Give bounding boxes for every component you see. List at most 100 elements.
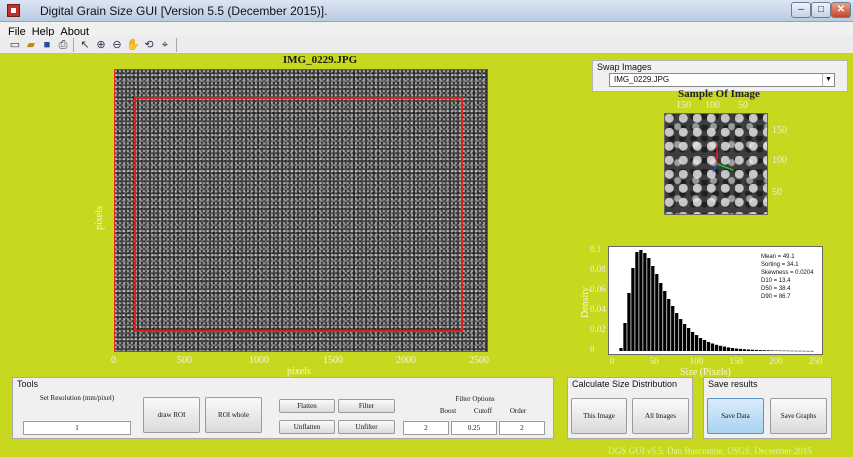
stat-line: D90 = 86.7 — [761, 294, 791, 300]
histogram-bar — [734, 348, 739, 351]
histogram-bar — [635, 252, 639, 351]
zoom-out-icon[interactable]: ⊖ — [110, 38, 124, 52]
histogram-ytick: 0 — [590, 344, 595, 354]
histogram-bar — [659, 283, 663, 351]
close-button[interactable]: ✕ — [831, 2, 851, 18]
histogram-bar — [655, 274, 659, 351]
save-panel: Save results Save Data Save Graphs — [703, 377, 832, 439]
save-data-button[interactable]: Save Data — [707, 398, 764, 434]
print-icon[interactable]: ⎙ — [56, 38, 70, 52]
histogram-bar — [758, 350, 762, 351]
flatten-button[interactable]: Flatten — [279, 399, 335, 413]
histogram-bar — [647, 258, 651, 351]
set-resolution-label: Set Resolution (mm/pixel) — [39, 394, 115, 402]
histogram-ytick: 0.06 — [590, 284, 606, 294]
stat-line: Sorting = 34.1 — [761, 262, 799, 268]
order-input[interactable]: 2 — [499, 421, 545, 435]
main-xtick: 500 — [177, 355, 192, 366]
maximize-button[interactable]: □ — [811, 2, 831, 18]
histogram-bar — [623, 323, 627, 351]
histogram-bar — [730, 348, 735, 351]
histogram-xtick: 50 — [649, 356, 659, 366]
histogram-bar — [750, 349, 754, 351]
histogram-bar — [639, 250, 643, 351]
swap-images-legend: Swap Images — [597, 62, 652, 72]
rotate-icon[interactable]: ⟲ — [142, 38, 156, 52]
filter-button[interactable]: Filter — [338, 399, 395, 413]
histogram-bar — [683, 324, 687, 351]
histogram-xtick: 250 — [809, 356, 823, 366]
histogram-bar — [782, 350, 786, 352]
histogram-bar — [722, 346, 727, 351]
stat-line: D10 = 13.4 — [761, 278, 791, 284]
order-label: Order — [509, 407, 527, 415]
save-graphs-button[interactable]: Save Graphs — [770, 398, 827, 434]
swap-images-dropdown[interactable]: IMG_0229.JPG ▼ — [609, 73, 835, 87]
histogram-bar — [778, 350, 782, 352]
histogram-bar — [706, 342, 711, 351]
chevron-down-icon[interactable]: ▼ — [822, 74, 834, 86]
histogram-bar — [774, 350, 778, 351]
histogram-bar — [810, 350, 814, 352]
histogram-bar — [802, 350, 806, 352]
histogram-bar — [627, 293, 631, 351]
minimize-button[interactable]: – — [791, 2, 811, 18]
calculate-legend: Calculate Size Distribution — [572, 379, 678, 389]
histogram-bar — [798, 350, 802, 352]
roi-whole-button[interactable]: ROI whole — [205, 397, 262, 433]
sample-top-tick: 150 — [676, 100, 691, 111]
main-xlabel: pixels — [287, 366, 311, 377]
data-cursor-icon[interactable]: ⌖ — [158, 38, 172, 52]
histogram-bar — [702, 340, 707, 351]
boost-input[interactable]: 2 — [403, 421, 449, 435]
histogram-bar — [651, 266, 655, 351]
sample-image-title: Sample Of Image — [678, 88, 760, 100]
histogram-bar — [667, 299, 671, 351]
histogram-bar — [790, 350, 794, 352]
draw-roi-button[interactable]: draw ROI — [143, 397, 200, 433]
histogram-ytick: 0.08 — [590, 264, 606, 274]
histogram-bar — [726, 347, 731, 351]
calculate-panel: Calculate Size Distribution This Image A… — [567, 377, 693, 439]
histogram-bar — [794, 350, 798, 352]
histogram-xtick: 100 — [689, 356, 704, 366]
stats-text: Mean = 49.1 Sorting = 34.1 Skewness = 0.… — [761, 253, 814, 301]
main-xtick: 2500 — [469, 355, 489, 366]
histogram-bar — [738, 348, 743, 351]
zoom-in-icon[interactable]: ⊕ — [94, 38, 108, 52]
new-icon[interactable]: ▭ — [8, 38, 22, 52]
histogram-ytick: 0.1 — [590, 244, 602, 254]
sample-right-tick: 100 — [772, 155, 787, 166]
main-xtick: 1000 — [249, 355, 269, 366]
pointer-icon[interactable]: ↖ — [78, 38, 92, 52]
stat-line: D50 = 38.4 — [761, 286, 791, 292]
unflatten-button[interactable]: Unflatten — [279, 420, 335, 434]
open-icon[interactable]: ▰ — [24, 38, 38, 52]
histogram-bar — [714, 344, 719, 351]
pan-icon[interactable]: ✋ — [126, 38, 140, 52]
histogram-bar — [631, 268, 635, 351]
all-images-button[interactable]: All Images — [632, 398, 689, 434]
histogram-bar — [694, 335, 699, 351]
sample-right-tick: 50 — [772, 187, 782, 198]
main-image-title: IMG_0229.JPG — [282, 54, 358, 66]
this-image-button[interactable]: This Image — [571, 398, 627, 434]
histogram-ylabel: Density — [580, 286, 591, 318]
cutoff-label: Cutoff — [473, 407, 493, 415]
histogram-bar — [754, 349, 758, 351]
cutoff-input[interactable]: 0.25 — [451, 421, 497, 435]
unfilter-button[interactable]: Unfilter — [338, 420, 395, 434]
roi-rectangle[interactable] — [134, 97, 463, 332]
sample-axes-overlay — [712, 146, 734, 173]
sample-top-tick: 50 — [738, 100, 748, 111]
histogram-bar — [643, 253, 647, 351]
toolbar: ▭ ▰ ■ ⎙ ↖ ⊕ ⊖ ✋ ⟲ ⌖ — [0, 36, 853, 54]
histogram-bar — [679, 319, 683, 351]
save-icon[interactable]: ■ — [40, 38, 54, 52]
histogram-bar — [786, 350, 790, 352]
main-xtick: 1500 — [323, 355, 343, 366]
resolution-input[interactable]: 1 — [23, 421, 131, 435]
sample-image[interactable] — [664, 113, 768, 215]
swap-images-selected: IMG_0229.JPG — [614, 75, 670, 84]
histogram-bar — [675, 313, 679, 351]
